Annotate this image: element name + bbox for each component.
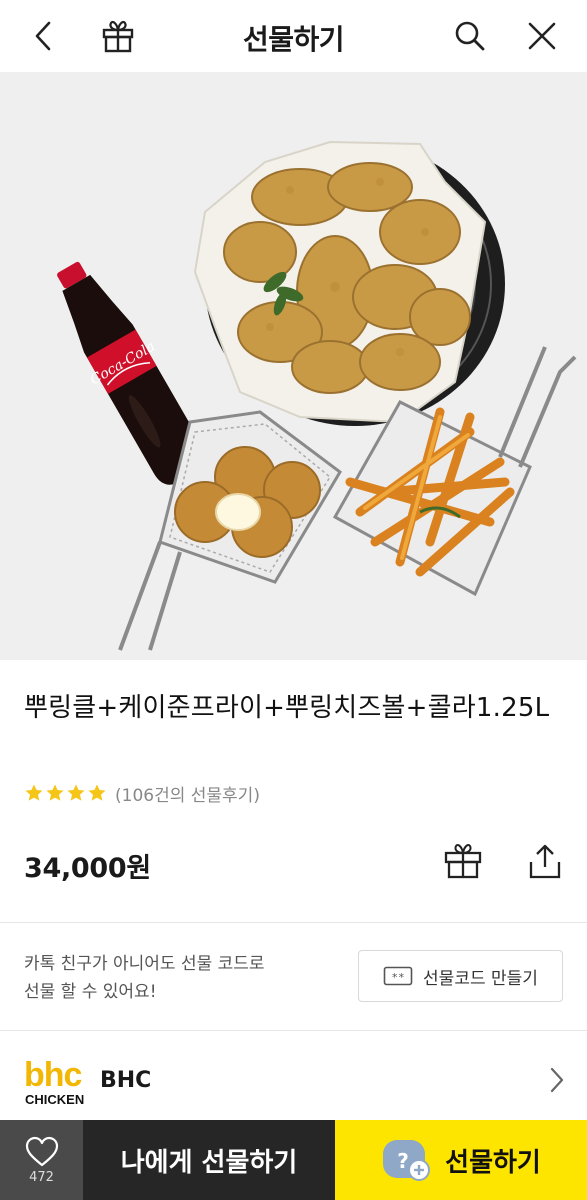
review-count: (106건의 선물후기) bbox=[115, 785, 260, 806]
bottom-action-bar: 472 나에게 선물하기 ? 선물하기 bbox=[0, 1120, 587, 1200]
rating-stars bbox=[24, 783, 107, 803]
top-bar: 선물하기 bbox=[0, 0, 587, 72]
close-button[interactable] bbox=[520, 14, 564, 58]
star-icon bbox=[46, 784, 64, 801]
brand-row[interactable]: bhc CHICKEN BHC bbox=[0, 1040, 587, 1120]
svg-text:**: ** bbox=[391, 971, 404, 984]
product-title: 뿌링클+케이준프라이+뿌링치즈볼+콜라1.25L bbox=[24, 693, 550, 723]
star-icon bbox=[88, 784, 106, 801]
page-title: 선물하기 bbox=[242, 23, 345, 56]
share-button[interactable] bbox=[527, 842, 563, 884]
send-gift-label: 선물하기 bbox=[445, 1147, 541, 1178]
gift-code-description: 카톡 친구가 아니어도 선물 코드로 선물 할 수 있어요! bbox=[24, 954, 265, 1002]
divider bbox=[0, 1030, 587, 1031]
chevron-right-icon bbox=[550, 1067, 564, 1093]
product-price: 34,000원 bbox=[24, 853, 151, 884]
gift-to-me-label: 나에게 선물하기 bbox=[120, 1147, 298, 1178]
svg-text:bhc: bhc bbox=[24, 1056, 82, 1094]
create-gift-code-label: 선물코드 만들기 bbox=[423, 968, 538, 989]
wish-gift-button[interactable] bbox=[443, 842, 483, 884]
star-icon bbox=[25, 784, 43, 801]
brand-name: BHC bbox=[100, 1068, 152, 1093]
like-button[interactable]: 472 bbox=[0, 1120, 83, 1200]
ticket-icon: ** bbox=[383, 966, 413, 986]
close-icon bbox=[528, 22, 556, 50]
bhc-logo: bhc CHICKEN bbox=[24, 1056, 84, 1106]
search-icon bbox=[455, 21, 485, 51]
share-icon bbox=[529, 844, 561, 879]
gift-to-me-button[interactable]: 나에게 선물하기 bbox=[83, 1120, 335, 1200]
divider bbox=[0, 922, 587, 923]
create-gift-code-button[interactable]: ** 선물코드 만들기 bbox=[358, 950, 563, 1002]
send-gift-button[interactable]: ? 선물하기 bbox=[335, 1120, 587, 1200]
price-actions bbox=[443, 842, 563, 884]
svg-text:?: ? bbox=[397, 1149, 409, 1173]
like-count: 472 bbox=[29, 1169, 54, 1185]
search-button[interactable] bbox=[448, 14, 492, 58]
gift-icon bbox=[444, 844, 482, 879]
heart-icon bbox=[25, 1136, 58, 1166]
rating-summary[interactable]: (106건의 선물후기) bbox=[24, 780, 260, 806]
star-icon bbox=[67, 784, 85, 801]
svg-text:CHICKEN: CHICKEN bbox=[25, 1092, 84, 1106]
product-image: Coca-Cola bbox=[0, 72, 587, 660]
friend-add-icon: ? bbox=[383, 1140, 431, 1181]
